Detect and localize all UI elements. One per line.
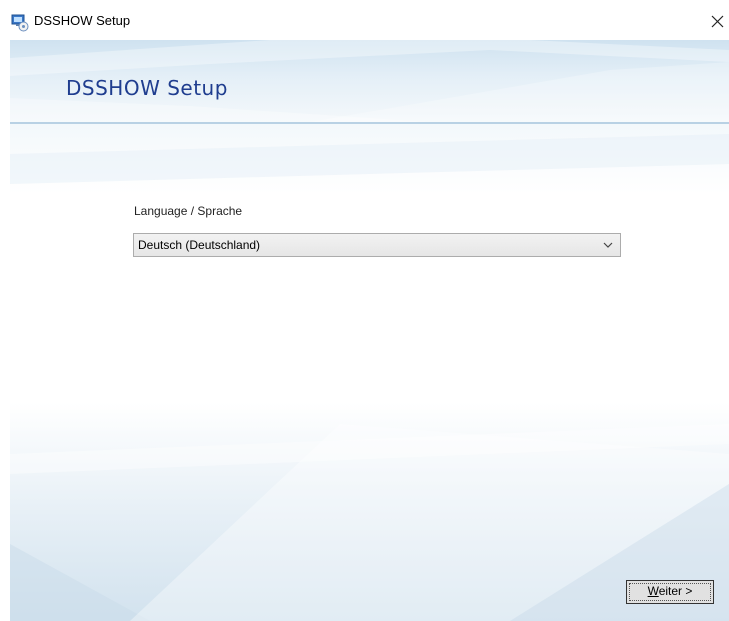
next-button-access-key: W [647, 584, 659, 598]
setup-installer-icon [11, 14, 29, 32]
next-button-label: Weiter > [627, 584, 713, 598]
header-title: DSSHOW Setup [66, 76, 228, 100]
next-button[interactable]: Weiter > [626, 580, 714, 604]
language-label: Language / Sprache [134, 204, 243, 218]
language-select-value: Deutsch (Deutschland) [138, 238, 261, 252]
close-icon [711, 15, 724, 28]
language-select[interactable]: Deutsch (Deutschland) [133, 233, 621, 257]
next-button-label-rest: eiter > [658, 584, 693, 598]
close-button[interactable] [699, 6, 729, 38]
title-bar: DSSHOW Setup [0, 0, 729, 40]
content-panel: Language / Sprache Deutsch (Deutschland)… [10, 124, 729, 621]
window-title: DSSHOW Setup [34, 13, 131, 28]
background-decoration [10, 134, 729, 621]
setup-window: DSSHOW Setup DSSHOW Setup Language / Spr… [0, 0, 729, 621]
header-banner: DSSHOW Setup [10, 40, 729, 122]
chevron-down-icon [603, 242, 613, 248]
